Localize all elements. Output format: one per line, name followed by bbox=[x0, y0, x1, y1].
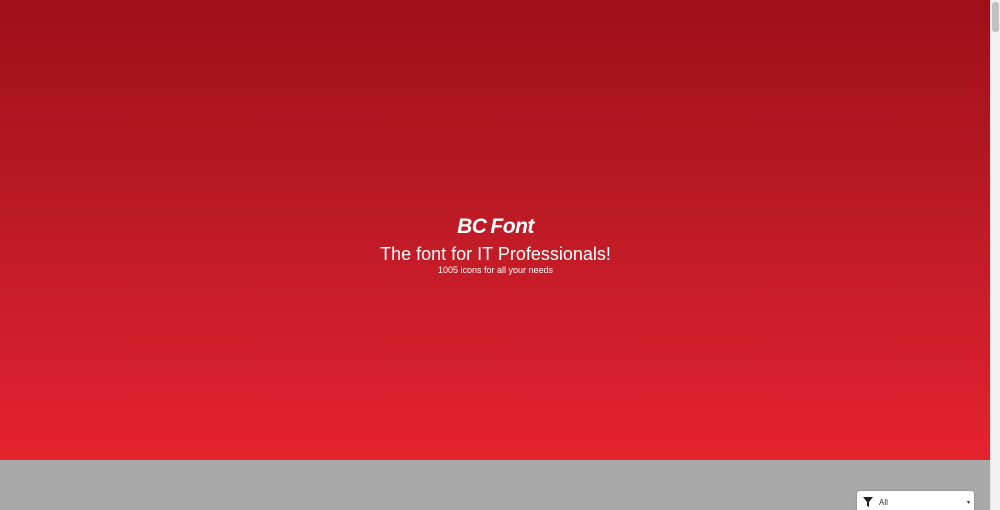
zigzag-divider bbox=[0, 455, 991, 461]
category-filter-select[interactable]: All ▾ bbox=[857, 491, 974, 510]
hero-subline: 1005 icons for all your needs bbox=[437, 265, 554, 275]
logo-text-bc: BC bbox=[457, 215, 487, 238]
page: BC Font The font for IT Professionals! 10… bbox=[0, 0, 1000, 510]
hero-content: BC Font The font for IT Professionals! 10… bbox=[0, 216, 991, 276]
hero-banner: BC Font The font for IT Professionals! 10… bbox=[0, 0, 991, 460]
filter-icon bbox=[862, 496, 874, 508]
chevron-down-icon: ▾ bbox=[966, 499, 970, 506]
hero-tagline: The font for IT Professionals! bbox=[380, 244, 611, 264]
vertical-scrollbar[interactable] bbox=[990, 0, 1000, 510]
logo-text-font: Font bbox=[490, 215, 534, 238]
filter-selected-value: All bbox=[879, 497, 888, 507]
scrollbar-thumb[interactable] bbox=[992, 2, 999, 32]
bcfont-logo: BC Font bbox=[457, 216, 534, 238]
